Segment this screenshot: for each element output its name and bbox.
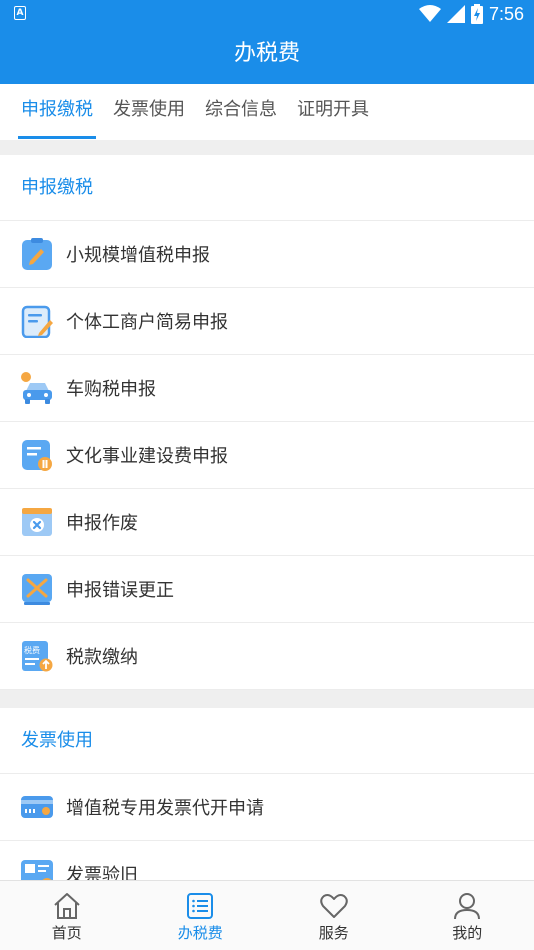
item-label: 车购税申报 — [66, 379, 156, 400]
tab-bar: 申报缴税 发票使用 综合信息 证明开具 — [0, 84, 534, 140]
nav-tax-services[interactable]: 办税费 — [134, 881, 268, 950]
list-item-vehicle-tax-declare[interactable]: 车购税申报 — [0, 355, 534, 422]
invoice-card-icon — [21, 796, 53, 818]
tab-declare-pay[interactable]: 申报缴税 — [21, 84, 93, 140]
section-declare-pay: 申报缴税 小规模增值税申报 个体工商户简易申报 车购税申报 文化事业建设费申报 … — [0, 155, 534, 690]
list-item-vat-invoice-apply[interactable]: 增值税专用发票代开申请 — [0, 774, 534, 841]
document-coin-icon — [22, 440, 52, 471]
cross-correct-icon — [22, 574, 52, 605]
tax-payment-icon-text: 税费 — [24, 645, 40, 655]
status-bar: A 7:56 — [0, 0, 534, 28]
signal-icon — [446, 5, 465, 23]
clipboard-pen-icon — [22, 238, 52, 270]
item-label: 申报作废 — [66, 513, 138, 534]
nav-service[interactable]: 服务 — [267, 881, 401, 950]
item-label: 申报错误更正 — [66, 580, 174, 601]
tab-certificate[interactable]: 证明开具 — [297, 84, 369, 140]
item-label: 文化事业建设费申报 — [66, 446, 228, 467]
list-icon — [187, 893, 214, 919]
user-icon — [454, 893, 481, 920]
list-item-tax-payment[interactable]: 税费 税款缴纳 — [0, 623, 534, 690]
item-label: 增值税专用发票代开申请 — [66, 798, 264, 819]
section-invoice-use: 发票使用 增值税专用发票代开申请 发票验旧 — [0, 708, 534, 880]
list-item-invoice-verify-old[interactable]: 发票验旧 — [0, 841, 534, 880]
nav-home[interactable]: 首页 — [0, 881, 134, 950]
item-label: 税款缴纳 — [66, 647, 138, 668]
tax-payment-icon: 税费 — [22, 641, 53, 672]
window-cancel-icon — [22, 508, 52, 536]
nav-label: 首页 — [51, 924, 82, 942]
nav-mine[interactable]: 我的 — [401, 881, 534, 950]
nav-label: 我的 — [452, 924, 483, 942]
status-time: 7:56 — [488, 3, 524, 24]
list-item-culture-fee-declare[interactable]: 文化事业建设费申报 — [0, 422, 534, 489]
nav-label: 服务 — [318, 924, 349, 942]
list-item-small-vat-declare[interactable]: 小规模增值税申报 — [0, 221, 534, 288]
invoice-verify-icon — [21, 860, 53, 880]
item-label: 个体工商户简易申报 — [66, 312, 228, 333]
battery-charging-icon — [470, 4, 483, 24]
item-label: 发票验旧 — [66, 865, 138, 880]
heart-icon — [320, 894, 348, 918]
section-title: 发票使用 — [0, 708, 534, 774]
wifi-icon — [418, 5, 441, 22]
list-item-declare-correction[interactable]: 申报错误更正 — [0, 556, 534, 623]
item-label: 小规模增值税申报 — [66, 245, 210, 266]
car-icon — [21, 372, 52, 404]
home-icon — [54, 893, 80, 919]
content-scroll[interactable]: 申报缴税 小规模增值税申报 个体工商户简易申报 车购税申报 文化事业建设费申报 … — [0, 155, 534, 880]
list-item-declare-cancel[interactable]: 申报作废 — [0, 489, 534, 556]
active-tab-indicator — [18, 136, 96, 139]
section-title: 申报缴税 — [0, 155, 534, 221]
notification-icon: A — [14, 6, 26, 20]
tab-general-info[interactable]: 综合信息 — [205, 84, 277, 140]
tab-invoice-use[interactable]: 发票使用 — [113, 84, 185, 140]
page-title: 办税费 — [0, 28, 534, 84]
bottom-nav: 首页 办税费 服务 我的 — [0, 880, 534, 950]
list-item-individual-business-declare[interactable]: 个体工商户简易申报 — [0, 288, 534, 355]
nav-label: 办税费 — [177, 924, 223, 942]
form-edit-icon — [21, 305, 53, 338]
